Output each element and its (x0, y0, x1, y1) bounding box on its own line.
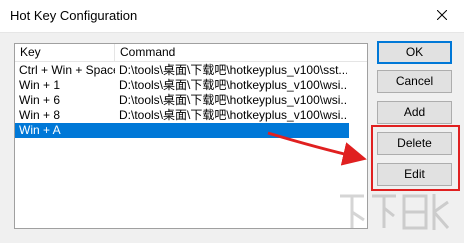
watermark-logo (340, 194, 450, 230)
